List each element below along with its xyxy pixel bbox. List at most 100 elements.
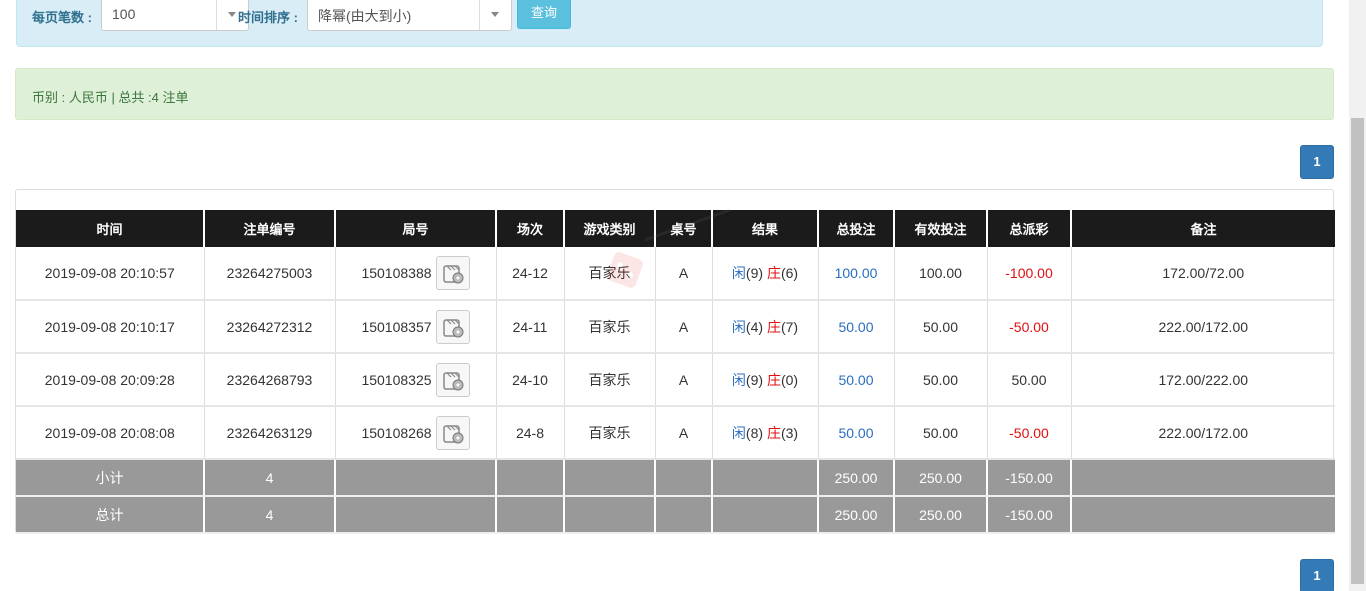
grandtotal-count: 4	[204, 496, 336, 534]
page-size-value: 100	[112, 6, 136, 22]
cell-round: 150108325	[335, 353, 497, 407]
cell-valid-bet: 50.00	[894, 406, 988, 460]
pagination-page-bottom[interactable]: 1	[1300, 559, 1334, 591]
player-label: 闲	[731, 371, 746, 388]
banker-score: (3)	[780, 424, 799, 441]
subtotal-label: 小计	[16, 459, 205, 497]
subtotal-count: 4	[204, 459, 336, 497]
subtotal-row: 小计 4 250.00 250.00 -150.00	[16, 459, 1335, 497]
chevron-down-icon	[479, 0, 511, 30]
col-header-note: 备注	[1071, 210, 1335, 247]
grandtotal-total-bet: 250.00	[818, 496, 895, 534]
col-header-payout: 总派彩	[987, 210, 1072, 247]
scrollbar-thumb[interactable]	[1351, 118, 1364, 584]
cell-game: 百家乐	[564, 406, 656, 460]
video-replay-icon	[442, 371, 464, 390]
video-replay-button[interactable]	[435, 309, 470, 344]
cell-session: 24-11	[496, 300, 565, 354]
banker-score: (0)	[780, 371, 799, 388]
bet-records-page: 每页笔数 : 100 时间排序 : 降幂(由大到小) 查询 币别 : 人民币 |…	[0, 0, 1366, 591]
cell-result: 闲(9) 庄(6)	[712, 247, 819, 301]
cell-table: A	[655, 300, 713, 354]
cell-payout: -50.00	[987, 300, 1072, 354]
cell-valid-bet: 50.00	[894, 300, 988, 354]
col-header-table: 桌号	[655, 210, 713, 247]
subtotal-valid-bet: 250.00	[894, 459, 988, 497]
bet-records-table: 时间 注单编号 局号 场次 游戏类别 桌号 结果 总投注 有效投注 总派彩 备注…	[16, 210, 1335, 534]
filter-panel: 每页笔数 : 100 时间排序 : 降幂(由大到小) 查询	[16, 0, 1323, 47]
cell-valid-bet: 100.00	[894, 247, 988, 301]
cell-total-bet: 50.00	[818, 353, 895, 407]
grandtotal-payout: -150.00	[987, 496, 1072, 534]
page-size-label: 每页笔数 :	[32, 10, 92, 25]
page-size-select[interactable]: 100	[101, 0, 249, 31]
summary-alert: 币别 : 人民币 | 总共 :4 注单	[15, 68, 1334, 120]
col-header-result: 结果	[712, 210, 819, 247]
player-score: (9)	[745, 265, 764, 281]
cell-table: A	[655, 247, 713, 301]
banker-label: 庄	[766, 318, 781, 335]
video-replay-button[interactable]	[435, 256, 470, 290]
player-score: (4)	[745, 318, 764, 335]
cell-session: 24-8	[496, 406, 565, 460]
video-replay-button[interactable]	[435, 362, 470, 397]
cell-bet-id: 23264268793	[204, 353, 336, 407]
cell-time: 2019-09-08 20:08:08	[16, 406, 205, 460]
player-score: (8)	[745, 424, 764, 441]
subtotal-payout: -150.00	[987, 459, 1072, 497]
video-replay-icon	[442, 265, 464, 284]
table-row: 2019-09-08 20:08:08 23264263129 15010826…	[16, 406, 1335, 460]
cell-session: 24-12	[496, 247, 565, 301]
table-row: 2019-09-08 20:10:57 23264275003 15010838…	[16, 247, 1335, 301]
cell-note: 172.00/222.00	[1071, 353, 1335, 407]
cell-valid-bet: 50.00	[894, 353, 988, 407]
banker-score: (7)	[780, 318, 799, 335]
round-number: 150108388	[361, 265, 432, 281]
player-label: 闲	[731, 424, 746, 441]
banker-score: (6)	[780, 265, 799, 281]
cell-result: 闲(9) 庄(0)	[712, 353, 819, 407]
col-header-bet-id: 注单编号	[204, 210, 336, 247]
subtotal-total-bet: 250.00	[818, 459, 895, 497]
cell-round: 150108388	[335, 247, 497, 301]
video-replay-icon	[442, 424, 464, 443]
cell-total-bet: 50.00	[818, 300, 895, 354]
cell-game: 百家乐	[564, 247, 656, 301]
summary-text: 币别 : 人民币 | 总共 :4 注单	[32, 90, 189, 105]
cell-note: 222.00/172.00	[1071, 406, 1335, 460]
table-row: 2019-09-08 20:09:28 23264268793 15010832…	[16, 353, 1335, 407]
cell-session: 24-10	[496, 353, 565, 407]
banker-label: 庄	[766, 265, 781, 281]
cell-note: 172.00/72.00	[1071, 247, 1335, 301]
sort-order-select[interactable]: 降幂(由大到小)	[307, 0, 512, 31]
col-header-time: 时间	[16, 210, 205, 247]
round-number: 150108325	[361, 371, 432, 388]
cell-bet-id: 23264272312	[204, 300, 336, 354]
player-label: 闲	[731, 318, 746, 335]
cell-table: A	[655, 353, 713, 407]
query-button[interactable]: 查询	[517, 0, 571, 29]
sort-label: 时间排序 :	[238, 10, 298, 25]
cell-round: 150108357	[335, 300, 497, 354]
video-replay-button[interactable]	[435, 415, 470, 450]
col-header-session: 场次	[496, 210, 565, 247]
player-label: 闲	[731, 265, 746, 281]
video-replay-icon	[442, 318, 464, 337]
cell-bet-id: 23264263129	[204, 406, 336, 460]
cell-payout: -50.00	[987, 406, 1072, 460]
cell-note: 222.00/172.00	[1071, 300, 1335, 354]
cell-payout: -100.00	[987, 247, 1072, 301]
col-header-valid-bet: 有效投注	[894, 210, 988, 247]
cell-total-bet: 100.00	[818, 247, 895, 301]
grandtotal-label: 总计	[16, 496, 205, 534]
pagination-page-top[interactable]: 1	[1300, 145, 1334, 179]
cell-total-bet: 50.00	[818, 406, 895, 460]
cell-result: 闲(8) 庄(3)	[712, 406, 819, 460]
col-header-total-bet: 总投注	[818, 210, 895, 247]
banker-label: 庄	[766, 424, 781, 441]
cell-round: 150108268	[335, 406, 497, 460]
col-header-game: 游戏类别	[564, 210, 656, 247]
cell-bet-id: 23264275003	[204, 247, 336, 301]
cell-table: A	[655, 406, 713, 460]
table-row: 2019-09-08 20:10:17 23264272312 15010835…	[16, 300, 1335, 354]
